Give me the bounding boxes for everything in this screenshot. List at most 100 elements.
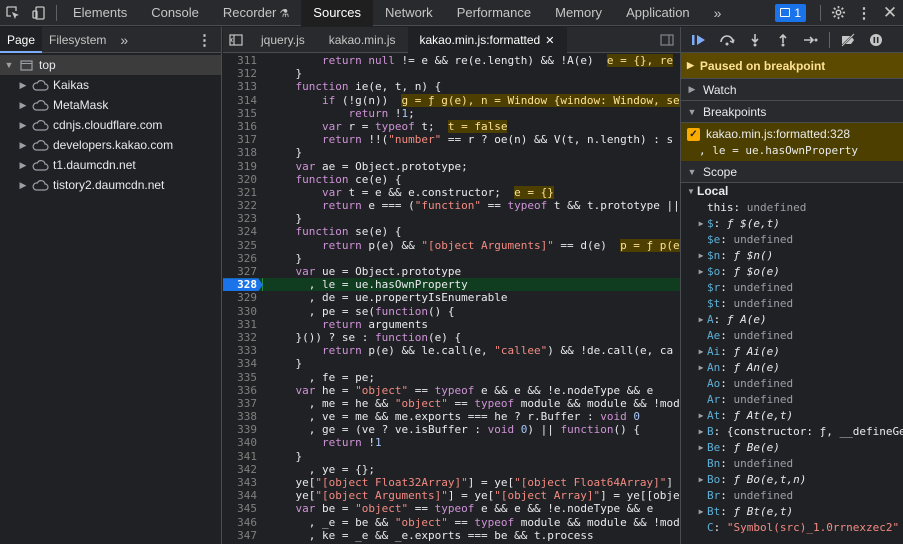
tab-performance[interactable]: Performance (445, 0, 543, 26)
line-number-gutter[interactable]: 321 (223, 186, 263, 199)
scope-variable-ao[interactable]: Ao: undefined (681, 376, 903, 392)
close-tab-icon[interactable]: ✕ (542, 35, 554, 47)
line-number-gutter[interactable]: 343 (223, 476, 263, 489)
line-number-gutter[interactable]: 337 (223, 397, 263, 410)
step-out-icon[interactable] (769, 27, 797, 53)
scope-group-local[interactable]: ▼ Local (681, 183, 903, 200)
line-number-gutter[interactable]: 330 (223, 305, 263, 318)
line-number-gutter[interactable]: 322 (223, 199, 263, 212)
line-number-gutter[interactable]: 327 (223, 265, 263, 278)
tab-network[interactable]: Network (373, 0, 445, 26)
tree-node-domain[interactable]: ▶ Kaikas (0, 75, 221, 95)
line-number-gutter[interactable]: 315 (223, 107, 263, 120)
scope-variable-[interactable]: ▶ $: ƒ $(e,t) (681, 216, 903, 232)
line-number-gutter[interactable]: 316 (223, 120, 263, 133)
watch-section-header[interactable]: ▶ Watch (681, 79, 903, 101)
line-number-gutter[interactable]: 319 (223, 160, 263, 173)
line-number-gutter[interactable]: 324 (223, 225, 263, 238)
line-number-gutter[interactable]: 338 (223, 410, 263, 423)
deactivate-breakpoints-icon[interactable] (834, 27, 862, 53)
line-number-gutter[interactable]: 328 (223, 278, 263, 292)
scope-variable-ar[interactable]: Ar: undefined (681, 392, 903, 408)
file-tab-jquery-js[interactable]: jquery.js (249, 27, 317, 53)
tree-node-domain[interactable]: ▶ tistory2.daumcdn.net (0, 175, 221, 195)
line-number-gutter[interactable]: 323 (223, 212, 263, 225)
scope-section-header[interactable]: ▼ Scope (681, 161, 903, 183)
breakpoint-checkbox[interactable]: ✓ (687, 127, 700, 141)
tab-sources[interactable]: Sources (301, 0, 373, 26)
tree-node-domain[interactable]: ▶ MetaMask (0, 95, 221, 115)
scope-variable-this[interactable]: this: undefined (681, 200, 903, 216)
step-over-icon[interactable] (713, 27, 741, 53)
breakpoints-section-header[interactable]: ▼ Breakpoints (681, 101, 903, 123)
navigator-tab-page[interactable]: Page (0, 26, 43, 53)
line-number-gutter[interactable]: 336 (223, 384, 263, 397)
line-number-gutter[interactable]: 332 (223, 331, 263, 344)
tab-memory[interactable]: Memory (543, 0, 614, 26)
kebab-menu-icon[interactable]: ⋮ (851, 0, 877, 26)
line-number-gutter[interactable]: 318 (223, 146, 263, 159)
scope-variable-a[interactable]: ▶ A: ƒ A(e) (681, 312, 903, 328)
tab-recorder[interactable]: Recorder ⚗ (211, 0, 301, 26)
line-number-gutter[interactable]: 313 (223, 80, 263, 93)
scope-variable-b[interactable]: ▶ B: {constructor: ƒ, __defineGe (681, 424, 903, 440)
scope-variable-c[interactable]: C: "Symbol(src)_1.0rrnexzec2" (681, 520, 903, 536)
breakpoint-item[interactable]: ✓ kakao.min.js:formatted:328 , le = ue.ha… (681, 123, 903, 161)
tree-node-domain[interactable]: ▶ t1.daumcdn.net (0, 155, 221, 175)
line-number-gutter[interactable]: 314 (223, 94, 263, 107)
scope-variable-e[interactable]: $e: undefined (681, 232, 903, 248)
device-toolbar-icon[interactable] (26, 0, 52, 26)
line-number-gutter[interactable]: 326 (223, 252, 263, 265)
line-number-gutter[interactable]: 334 (223, 357, 263, 370)
resume-icon[interactable] (685, 27, 713, 53)
scope-variable-n[interactable]: ▶ $n: ƒ $n() (681, 248, 903, 264)
line-number-gutter[interactable]: 346 (223, 516, 263, 529)
line-number-gutter[interactable]: 331 (223, 318, 263, 331)
navigator-tab-filesystem[interactable]: Filesystem (42, 27, 113, 53)
line-number-gutter[interactable]: 340 (223, 436, 263, 449)
line-number-gutter[interactable]: 347 (223, 529, 263, 542)
line-number-gutter[interactable]: 335 (223, 371, 263, 384)
issues-badge[interactable]: 1 (775, 3, 806, 22)
file-tab-kakao-min-js[interactable]: kakao.min.js (317, 27, 408, 53)
file-tab-kakao-min-js-formatted[interactable]: kakao.min.js:formatted ✕ (407, 27, 567, 53)
scope-variable-at[interactable]: ▶ At: ƒ At(e,t) (681, 408, 903, 424)
line-number-gutter[interactable]: 320 (223, 173, 263, 186)
pause-on-exceptions-icon[interactable] (862, 27, 890, 53)
scope-variable-be[interactable]: ▶ Be: ƒ Be(e) (681, 440, 903, 456)
scope-variable-ai[interactable]: ▶ Ai: ƒ Ai(e) (681, 344, 903, 360)
line-number-gutter[interactable]: 341 (223, 450, 263, 463)
line-number-gutter[interactable]: 312 (223, 67, 263, 80)
more-tabs-icon[interactable]: » (702, 0, 734, 26)
step-icon[interactable] (797, 27, 825, 53)
settings-gear-icon[interactable] (825, 0, 851, 26)
toggle-debugger-icon[interactable] (654, 27, 680, 53)
scope-variable-o[interactable]: ▶ $o: ƒ $o(e) (681, 264, 903, 280)
close-icon[interactable]: ✕ (877, 0, 903, 26)
step-into-icon[interactable] (741, 27, 769, 53)
toggle-navigator-icon[interactable] (223, 27, 249, 53)
scope-variable-bn[interactable]: Bn: undefined (681, 456, 903, 472)
line-number-gutter[interactable]: 325 (223, 239, 263, 252)
scope-variable-t[interactable]: $t: undefined (681, 296, 903, 312)
navigator-menu-icon[interactable]: ⋮ (197, 31, 221, 49)
tab-console[interactable]: Console (139, 0, 211, 26)
tab-application[interactable]: Application (614, 0, 702, 26)
line-number-gutter[interactable]: 342 (223, 463, 263, 476)
line-number-gutter[interactable]: 345 (223, 502, 263, 515)
scope-variable-an[interactable]: ▶ An: ƒ An(e) (681, 360, 903, 376)
line-number-gutter[interactable]: 317 (223, 133, 263, 146)
line-number-gutter[interactable]: 344 (223, 489, 263, 502)
tree-node-top-frame[interactable]: ▼ top (0, 55, 221, 75)
line-number-gutter[interactable]: 339 (223, 423, 263, 436)
tree-node-domain[interactable]: ▶ cdnjs.cloudflare.com (0, 115, 221, 135)
scope-variable-r[interactable]: $r: undefined (681, 280, 903, 296)
line-number-gutter[interactable]: 333 (223, 344, 263, 357)
tree-node-domain[interactable]: ▶ developers.kakao.com (0, 135, 221, 155)
scope-variable-ae[interactable]: Ae: undefined (681, 328, 903, 344)
line-number-gutter[interactable]: 329 (223, 291, 263, 304)
scope-variable-bo[interactable]: ▶ Bo: ƒ Bo(e,t,n) (681, 472, 903, 488)
line-number-gutter[interactable]: 311 (223, 54, 263, 67)
more-navigator-tabs-icon[interactable]: » (113, 27, 135, 53)
tab-elements[interactable]: Elements (61, 0, 139, 26)
